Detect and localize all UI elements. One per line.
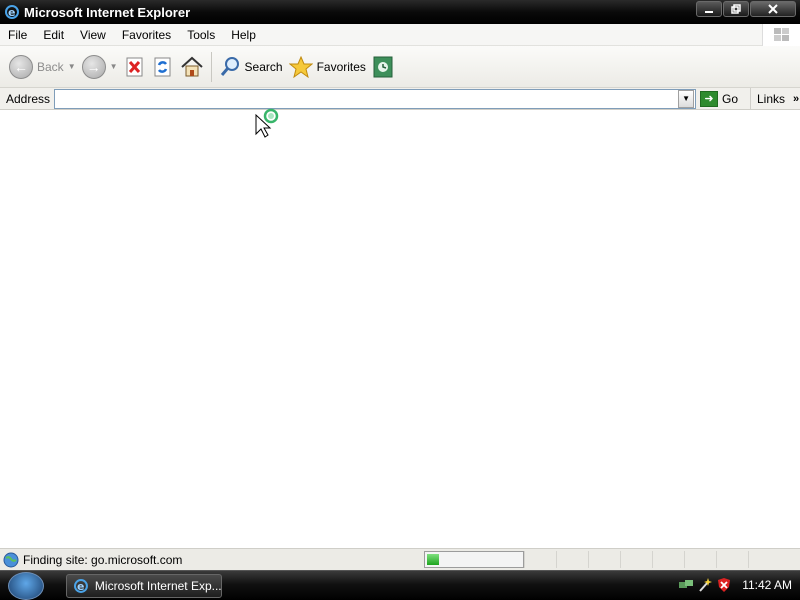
links-label: Links xyxy=(757,91,786,106)
favorites-label: Favorites xyxy=(316,59,366,74)
forward-icon: → xyxy=(81,54,106,79)
svg-text:e: e xyxy=(8,6,15,19)
menu-favorites[interactable]: Favorites xyxy=(114,24,179,46)
windows-flag-icon xyxy=(762,24,800,46)
back-label: Back xyxy=(37,59,64,74)
home-icon xyxy=(180,56,203,76)
page-content[interactable] xyxy=(0,110,800,548)
status-cell xyxy=(588,551,620,568)
links-button[interactable]: Links » xyxy=(750,88,800,109)
menu-file[interactable]: File xyxy=(0,24,35,46)
ie-icon: e xyxy=(73,578,88,592)
refresh-button[interactable] xyxy=(149,49,177,85)
forward-button[interactable]: → ▼ xyxy=(79,49,121,85)
home-button[interactable] xyxy=(177,49,207,85)
status-cell xyxy=(716,551,748,568)
back-button[interactable]: ← Back ▼ xyxy=(6,49,79,85)
menu-edit[interactable]: Edit xyxy=(35,24,72,46)
svg-text:e: e xyxy=(77,579,84,592)
media-button[interactable] xyxy=(369,49,399,85)
menu-help[interactable]: Help xyxy=(223,24,264,46)
system-tray: 11:42 AM xyxy=(675,577,792,593)
window-title: Microsoft Internet Explorer xyxy=(24,4,191,20)
busy-cursor-icon xyxy=(255,108,281,141)
go-label: Go xyxy=(722,91,739,106)
menu-bar: File Edit View Favorites Tools Help xyxy=(0,24,800,46)
toolbar: ← Back ▼ → ▼ Search Favorites xyxy=(0,46,800,88)
security-alert-icon[interactable] xyxy=(716,577,732,593)
minimize-button[interactable] xyxy=(696,1,722,17)
toolbar-separator xyxy=(210,51,212,82)
taskbar-item-ie[interactable]: e Microsoft Internet Exp... xyxy=(66,573,222,598)
favorites-button[interactable]: Favorites xyxy=(286,49,369,85)
address-input[interactable] xyxy=(54,88,697,109)
favorites-star-icon xyxy=(288,55,313,78)
stop-button[interactable] xyxy=(121,49,149,85)
menu-tools[interactable]: Tools xyxy=(179,24,223,46)
status-cell xyxy=(620,551,652,568)
progress-bar xyxy=(424,551,524,568)
taskbar-item-label: Microsoft Internet Exp... xyxy=(94,578,221,593)
refresh-icon xyxy=(154,57,171,76)
status-cell xyxy=(652,551,684,568)
title-bar: e Microsoft Internet Explorer xyxy=(0,0,800,24)
address-bar: Address ▼ ➜ Go Links » xyxy=(0,88,800,110)
forward-dropdown-icon[interactable]: ▼ xyxy=(110,62,118,71)
taskbar: e Microsoft Internet Exp... 11:42 AM xyxy=(0,570,800,600)
media-icon xyxy=(373,56,393,77)
go-arrow-icon: ➜ xyxy=(700,90,719,107)
back-dropdown-icon[interactable]: ▼ xyxy=(68,62,76,71)
stop-icon xyxy=(126,57,143,76)
wand-icon[interactable] xyxy=(697,577,713,593)
close-button[interactable] xyxy=(750,1,796,17)
status-cell xyxy=(524,551,556,568)
globe-icon xyxy=(3,552,19,567)
search-button[interactable]: Search xyxy=(216,49,286,85)
status-cell xyxy=(684,551,716,568)
back-icon: ← xyxy=(9,54,33,79)
address-dropdown-icon[interactable]: ▼ xyxy=(678,89,695,108)
go-button[interactable]: ➜ Go xyxy=(700,90,739,107)
restore-button[interactable] xyxy=(723,1,749,17)
status-cell xyxy=(556,551,588,568)
search-icon xyxy=(220,56,239,76)
status-text: Finding site: go.microsoft.com xyxy=(23,552,183,567)
network-icon[interactable] xyxy=(678,577,694,593)
status-bar: Finding site: go.microsoft.com xyxy=(0,548,800,570)
restore-icon xyxy=(731,4,741,14)
status-cell xyxy=(748,551,780,568)
address-label: Address xyxy=(6,91,51,106)
chevron-right-icon[interactable]: » xyxy=(793,93,799,105)
clock[interactable]: 11:42 AM xyxy=(742,578,792,592)
progress-fill xyxy=(427,554,439,565)
start-button[interactable] xyxy=(8,571,44,600)
search-label: Search xyxy=(244,59,283,74)
ie-icon: e xyxy=(4,4,20,20)
menu-view[interactable]: View xyxy=(72,24,114,46)
close-icon xyxy=(768,4,778,14)
minimize-icon xyxy=(705,11,713,13)
